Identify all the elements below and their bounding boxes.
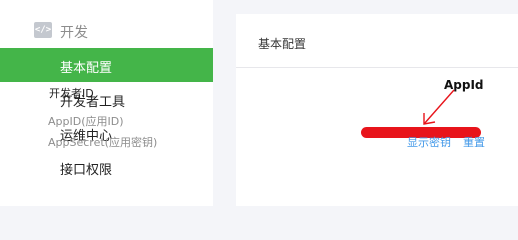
sidebar-item-basic-config[interactable]: 基本配置 [0,48,213,82]
sidebar-item-developer-tools[interactable]: 开发者工具 [0,82,213,116]
sidebar-section-label: 开发 [60,25,88,41]
sidebar-section-develop: </> 开发 [0,14,213,48]
sidebar-item-label: 基本配置 [60,61,113,76]
annotation-arrow-icon [423,89,455,125]
sidebar-item-label: 接口权限 [60,163,113,178]
developer-id-heading: 开发者ID [49,87,94,100]
appsecret-label: AppSecret(应用密钥) [48,136,158,149]
panel-header: 基本配置 [236,14,518,68]
show-secret-link[interactable]: 显示密钥 [407,134,451,150]
code-icon: </> [34,22,52,38]
sidebar-item-api-permissions[interactable]: 接口权限 [0,150,213,184]
page-title: 基本配置 [258,37,307,51]
app-window: </> 开发 基本配置 开发者工具 运维中心 接口权限 基本配置 开发者ID A… [0,0,518,206]
main-panel: 基本配置 [236,14,518,206]
sidebar: </> 开发 基本配置 开发者工具 运维中心 接口权限 [0,0,213,206]
appid-label: AppID(应用ID) [48,115,124,128]
reset-secret-link[interactable]: 重置 [463,134,485,150]
